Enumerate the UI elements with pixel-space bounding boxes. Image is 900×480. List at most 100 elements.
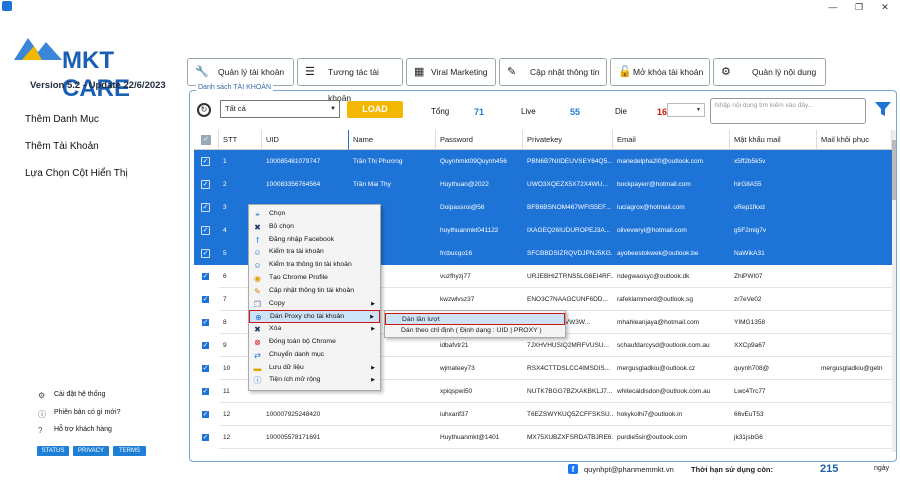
cell-mailpw: ZhlPWI07 — [730, 265, 817, 288]
col-name[interactable]: Name — [349, 130, 436, 150]
tab-viral-marketing[interactable]: ▦ Viral Marketing — [406, 58, 496, 86]
menu-item-paste-sequential[interactable]: Dán lần lượt — [385, 313, 565, 325]
cell-email: ayobeestokwek@outlook.be — [617, 250, 699, 257]
row-checkbox[interactable]: ✓ — [201, 433, 210, 442]
check-icon[interactable]: ✓ — [201, 135, 211, 145]
cursor-icon: ⌖ — [255, 210, 260, 219]
list-icon: ☰ — [305, 66, 315, 78]
sidebar-item-settings[interactable]: Cài đặt hệ thống — [54, 391, 105, 398]
table-row[interactable]: ✓ 2 100083356764564 Trần Mai Thy Huythuan@20… — [194, 173, 892, 196]
menu-item-10[interactable]: ⊗ Đóng toàn bộ Chrome — [249, 336, 380, 349]
col-recovery-mail[interactable]: Mail khôi phục — [817, 130, 892, 150]
menu-item-1[interactable]: ✖ Bỏ chọn — [249, 221, 380, 234]
cell-recovery — [817, 173, 892, 196]
tab-account-interaction[interactable]: ☰ Tương tác tài khoản — [297, 58, 403, 103]
menu-item-8[interactable]: ⊕ Dán Proxy cho tài khoản ▶ — [249, 310, 380, 324]
facebook-icon: f — [568, 464, 578, 474]
sidebar-item-add-category[interactable]: Thêm Danh Mục — [25, 114, 99, 125]
sidebar-item-whats-new[interactable]: Phiên bản có gì mới? — [54, 409, 120, 416]
cell-email: bockpayerr@hotmail.com — [617, 181, 691, 188]
row-checkbox[interactable]: ✓ — [201, 272, 210, 281]
col-uid[interactable]: UID — [262, 130, 349, 150]
facebook-icon: f — [256, 235, 259, 245]
close-button[interactable]: ✕ — [878, 1, 892, 13]
menu-item-3[interactable]: ☺ Kiểm tra tài khoản — [249, 246, 380, 259]
filter-icon[interactable] — [874, 100, 892, 118]
row-checkbox[interactable]: ✓ — [201, 387, 210, 396]
privacy-badge[interactable]: PRIVACY — [73, 446, 109, 456]
cell-mailpw: zr7eVe02 — [730, 288, 817, 311]
search-input[interactable]: Nhập nội dung tìm kiếm vào đây... — [710, 98, 866, 124]
table-row[interactable]: ✓ 12 100005578171691 Huythuanmkt@1401 MX75XU… — [194, 426, 892, 449]
cell-recovery — [817, 196, 892, 219]
menu-item-6[interactable]: ✎ Cập nhật thông tin tài khoản — [249, 285, 380, 298]
restore-button[interactable]: ❐ — [852, 1, 866, 13]
gear-icon: ⚙ — [38, 391, 46, 400]
cell-key: GSFTGNXAVHJXDHZSA4P... — [523, 449, 613, 452]
col-privatekey[interactable]: Privatekey — [523, 130, 613, 150]
cell-password: xpiqspwi50 — [436, 380, 523, 403]
sidebar-item-columns[interactable]: Lựa Chọn Cột Hiển Thị — [25, 168, 128, 179]
cell-key: PBN6B7NIIDEUVSEY64Q5... — [527, 158, 613, 165]
row-checkbox[interactable]: ✓ — [201, 410, 210, 419]
col-email[interactable]: Email — [613, 130, 730, 150]
cell-uid: 100005578171691 — [262, 426, 349, 449]
tab-unlock-account[interactable]: 🔓 Mở khóa tài khoản — [610, 58, 710, 86]
menu-item-12[interactable]: ▬ Lưu dữ liệu ▶ — [249, 362, 380, 375]
col-mail-password[interactable]: Mật khẩu mail — [730, 130, 817, 150]
menu-item-4[interactable]: ☺ Kiểm tra thông tin tài khoản — [249, 259, 380, 272]
tab-content-management[interactable]: ⚙ Quản lý nội dung — [713, 58, 826, 86]
sidebar-item-add-account[interactable]: Thêm Tài Khoản — [25, 141, 99, 152]
minimize-button[interactable]: — — [826, 1, 840, 13]
row-checkbox[interactable]: ✓ — [201, 341, 210, 350]
menu-item-paste-specified[interactable]: Dán theo chỉ định ( Định dạng : UID | PR… — [385, 325, 565, 337]
chevron-down-icon: ▼ — [330, 106, 336, 112]
row-checkbox[interactable]: ✓ — [201, 318, 210, 327]
table-row[interactable]: ✓ 12 100007925248420 iuhxarif37 T6EZSWYKUQ5Z… — [194, 403, 892, 426]
row-checkbox[interactable]: ✓ — [201, 364, 210, 373]
menu-item-11[interactable]: ⇄ Chuyển danh mục — [249, 349, 380, 362]
tab-account-management[interactable]: 🔧 Quản lý tài khoản — [187, 58, 294, 86]
menu-item-7[interactable]: ❐ Copy ▶ — [249, 298, 380, 311]
cell-password: Doipassroi@56 — [440, 204, 485, 211]
menu-item-label: Lưu dữ liệu — [269, 363, 304, 371]
sidebar-item-support[interactable]: Hỗ trợ khách hàng — [54, 426, 112, 433]
pencil-icon: ✎ — [254, 286, 261, 296]
category-filter[interactable]: Tất cả ▼ — [220, 100, 340, 118]
menu-item-label: Kiểm tra thông tin tài khoản — [269, 261, 352, 269]
menu-item-9[interactable]: ✖ Xóa ▶ — [249, 323, 380, 336]
move-icon: ⇄ — [254, 350, 261, 360]
cell-email: schaufdarcysd@outlook.com.au — [613, 334, 730, 357]
row-checkbox[interactable]: ✓ — [201, 226, 210, 235]
menu-item-5[interactable]: ◉ Tạo Chrome Profile — [249, 272, 380, 285]
menu-item-0[interactable]: ⌖ Chọn — [249, 208, 380, 221]
cell-password: kwzwlvsz37 — [436, 288, 523, 311]
cell-mailpw: 66vEuT53 — [730, 403, 817, 426]
cell-stt: 12 — [219, 403, 262, 426]
status-dropdown[interactable]: ▼ — [667, 103, 705, 117]
terms-badge[interactable]: TERMS — [113, 446, 146, 456]
select-all-header[interactable]: ✓ — [194, 130, 219, 150]
row-checkbox[interactable]: ✓ — [201, 249, 210, 258]
cell-uid: 100007925248420 — [262, 403, 349, 426]
x-icon: ✖ — [254, 325, 261, 335]
status-badge[interactable]: STATUS — [37, 446, 69, 456]
tab-update-info[interactable]: ✎ Cập nhật thông tin — [499, 58, 607, 86]
load-button[interactable]: LOAD — [347, 101, 403, 118]
table-row[interactable]: ✓13100007872624754hzkpqzoz28GSFTGNXAVHJX… — [194, 449, 892, 452]
table-row[interactable]: ✓ 1 100085481079747 Trần Thị Phương Quynhmkt… — [194, 150, 892, 173]
menu-item-2[interactable]: f Đăng nhập Facebook — [249, 234, 380, 247]
cell-password: Huythuan@2022 — [440, 181, 489, 188]
scrollbar[interactable] — [892, 130, 896, 452]
row-checkbox[interactable]: ✓ — [201, 180, 210, 189]
col-password[interactable]: Password — [436, 130, 523, 150]
col-stt[interactable]: STT — [219, 130, 262, 150]
cell-password: huythuanmkt041122 — [440, 227, 499, 234]
row-checkbox[interactable]: ✓ — [201, 157, 210, 166]
row-checkbox[interactable]: ✓ — [201, 203, 210, 212]
refresh-icon[interactable]: ↻ — [197, 103, 211, 117]
row-checkbox[interactable]: ✓ — [201, 295, 210, 304]
expiry-label: Thời hạn sử dụng còn: — [691, 465, 774, 474]
menu-item-13[interactable]: ⓘ Tiện ích mở rộng ▶ — [249, 374, 380, 387]
cell-stt: 2 — [223, 181, 227, 188]
